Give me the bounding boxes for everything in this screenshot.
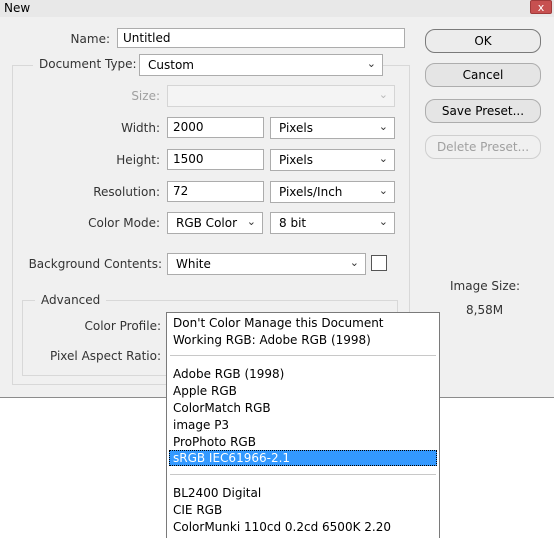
profile-option-srgb-selected[interactable]: sRGB IEC61966-2.1: [169, 450, 437, 466]
document-type-label: Document Type:: [33, 57, 143, 71]
profile-option-colormunki[interactable]: ColorMunki 110cd 0.2cd 6500K 2.20: [169, 519, 437, 535]
ok-button[interactable]: OK: [425, 29, 541, 53]
resolution-unit-select[interactable]: Pixels/Inch ⌄: [270, 181, 395, 203]
profile-option-colormatch-rgb[interactable]: ColorMatch RGB: [169, 400, 437, 416]
name-label: Name:: [70, 32, 110, 46]
width-input[interactable]: 2000: [167, 117, 264, 138]
background-contents-select[interactable]: White ⌄: [167, 253, 366, 275]
profile-option-apple-rgb[interactable]: Apple RGB: [169, 383, 437, 399]
height-label: Height:: [116, 153, 160, 167]
chevron-down-icon: ⌄: [378, 152, 388, 165]
profile-option-dont-color-manage[interactable]: Don't Color Manage this Document: [169, 315, 437, 331]
name-input[interactable]: Untitled: [117, 28, 405, 48]
profile-option-cie-rgb[interactable]: CIE RGB: [169, 502, 437, 518]
chevron-down-icon: ⌄: [378, 88, 388, 101]
profile-option-bl2400-digital[interactable]: BL2400 Digital: [169, 485, 437, 501]
cancel-button[interactable]: Cancel: [425, 63, 541, 87]
size-select[interactable]: ⌄: [167, 85, 395, 107]
resolution-input[interactable]: 72: [167, 181, 264, 202]
background-contents-label: Background Contents:: [28, 257, 162, 271]
profile-option-working-rgb[interactable]: Working RGB: Adobe RGB (1998): [169, 332, 437, 348]
profile-option-adobe-rgb[interactable]: Adobe RGB (1998): [169, 366, 437, 382]
document-type-select[interactable]: Custom ⌄: [139, 54, 383, 76]
chevron-down-icon: ⌄: [349, 256, 359, 269]
chevron-down-icon: ⌄: [366, 57, 376, 70]
profile-option-image-p3[interactable]: image P3: [169, 417, 437, 433]
width-unit-value: Pixels: [279, 121, 314, 135]
image-size-value: 8,58M: [466, 303, 504, 317]
delete-preset-button[interactable]: Delete Preset...: [425, 135, 541, 159]
resolution-label: Resolution:: [93, 185, 160, 199]
title-bar: New x: [0, 0, 554, 17]
chevron-down-icon: ⌄: [246, 215, 256, 228]
pixel-aspect-ratio-label: Pixel Aspect Ratio:: [50, 349, 161, 363]
background-color-swatch[interactable]: [371, 255, 387, 271]
color-mode-label: Color Mode:: [88, 216, 160, 230]
height-unit-value: Pixels: [279, 153, 314, 167]
bit-depth-select[interactable]: 8 bit ⌄: [270, 212, 395, 234]
window-title: New: [4, 1, 31, 15]
close-button[interactable]: x: [530, 0, 552, 14]
size-label: Size:: [131, 89, 160, 103]
image-size-label: Image Size:: [450, 279, 521, 293]
color-mode-select[interactable]: RGB Color ⌄: [167, 212, 263, 234]
save-preset-button[interactable]: Save Preset...: [425, 99, 541, 123]
color-profile-label: Color Profile:: [84, 319, 162, 333]
document-type-value: Custom: [148, 58, 194, 72]
profile-option-prophoto-rgb[interactable]: ProPhoto RGB: [169, 434, 437, 450]
color-mode-value: RGB Color: [176, 216, 238, 230]
chevron-down-icon: ⌄: [378, 184, 388, 197]
height-input[interactable]: 1500: [167, 149, 264, 170]
width-label: Width:: [121, 121, 160, 135]
width-unit-select[interactable]: Pixels ⌄: [270, 117, 395, 139]
chevron-down-icon: ⌄: [378, 120, 388, 133]
advanced-toggle[interactable]: Advanced: [35, 293, 107, 307]
resolution-unit-value: Pixels/Inch: [279, 185, 343, 199]
background-contents-value: White: [176, 257, 211, 271]
chevron-down-icon: ⌄: [378, 215, 388, 228]
dropdown-separator: [170, 474, 436, 475]
dropdown-separator: [170, 355, 436, 356]
color-profile-dropdown-list: Don't Color Manage this Document Working…: [166, 312, 440, 538]
height-unit-select[interactable]: Pixels ⌄: [270, 149, 395, 171]
bit-depth-value: 8 bit: [279, 216, 307, 230]
